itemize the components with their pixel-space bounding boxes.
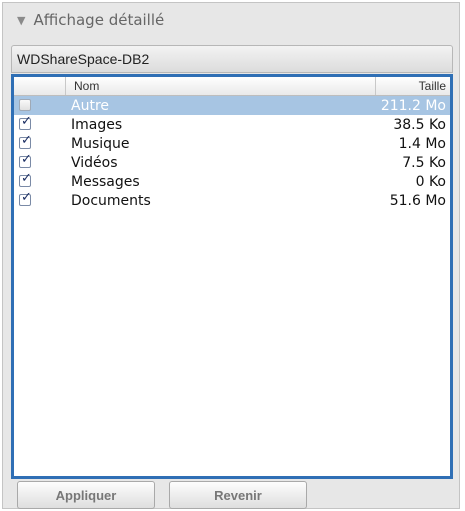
category-list-focus-ring: Nom Taille Autre 211.2 Mo ✓ Images 38.5 …: [11, 74, 453, 479]
list-item-images[interactable]: ✓ Images 38.5 Ko: [14, 114, 450, 134]
revert-button[interactable]: Revenir: [169, 481, 307, 509]
checkbox-images[interactable]: ✓: [19, 114, 32, 130]
column-header-checkbox[interactable]: [14, 77, 66, 95]
device-name: WDShareSpace-DB2: [17, 51, 150, 67]
checkmark-icon: ✓: [21, 133, 32, 148]
apply-button[interactable]: Appliquer: [17, 481, 155, 509]
item-size: 211.2 Mo: [380, 97, 446, 114]
item-size: 51.6 Mo: [389, 192, 446, 209]
item-name: Vidéos: [71, 154, 118, 171]
item-size: 1.4 Mo: [398, 135, 446, 152]
button-bar: Appliquer Revenir: [11, 481, 453, 511]
section-header[interactable]: ▼ Affichage détaillé: [17, 7, 164, 33]
checkmark-icon: ✓: [21, 190, 32, 205]
checkbox-autre[interactable]: [19, 99, 31, 111]
checkbox-videos[interactable]: ✓: [19, 152, 32, 168]
item-name: Autre: [71, 97, 110, 114]
column-header-name[interactable]: Nom: [66, 77, 376, 95]
item-size: 0 Ko: [415, 173, 446, 190]
checkbox-messages[interactable]: ✓: [19, 171, 32, 187]
item-name: Documents: [71, 192, 151, 209]
checkmark-icon: ✓: [21, 114, 32, 129]
list-item-autre[interactable]: Autre 211.2 Mo: [14, 96, 450, 115]
device-name-bar: WDShareSpace-DB2: [11, 45, 453, 73]
item-size: 38.5 Ko: [393, 116, 446, 133]
category-list[interactable]: Nom Taille Autre 211.2 Mo ✓ Images 38.5 …: [14, 77, 450, 476]
column-header-row: Nom Taille: [14, 77, 450, 96]
disclosure-triangle-icon[interactable]: ▼: [17, 14, 25, 27]
list-item-videos[interactable]: ✓ Vidéos 7.5 Ko: [14, 152, 450, 172]
detail-panel: ▼ Affichage détaillé WDShareSpace-DB2 No…: [2, 2, 460, 509]
item-name: Messages: [71, 173, 140, 190]
checkbox-musique[interactable]: ✓: [19, 133, 32, 149]
checkmark-icon: ✓: [21, 171, 32, 186]
list-item-musique[interactable]: ✓ Musique 1.4 Mo: [14, 133, 450, 153]
list-item-documents[interactable]: ✓ Documents 51.6 Mo: [14, 190, 450, 210]
list-item-messages[interactable]: ✓ Messages 0 Ko: [14, 171, 450, 191]
checkbox-documents[interactable]: ✓: [19, 190, 32, 206]
item-name: Musique: [71, 135, 130, 152]
checkmark-icon: ✓: [21, 152, 32, 167]
item-size: 7.5 Ko: [402, 154, 446, 171]
column-header-size[interactable]: Taille: [376, 79, 450, 93]
item-name: Images: [71, 116, 123, 133]
section-title: Affichage détaillé: [33, 11, 165, 29]
